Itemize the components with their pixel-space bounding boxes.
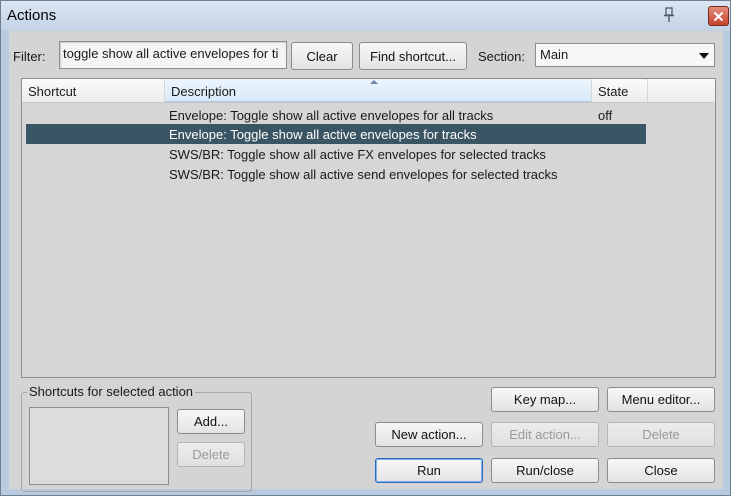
pin-icon[interactable] [657, 5, 681, 25]
close-icon[interactable] [708, 6, 729, 26]
column-header-shortcut[interactable]: Shortcut [22, 79, 165, 102]
run-button[interactable]: Run [375, 458, 483, 483]
close-button[interactable]: Close [607, 458, 715, 483]
new-action-button[interactable]: New action... [375, 422, 483, 447]
row-description: SWS/BR: Toggle show all active send enve… [169, 167, 558, 182]
list-row[interactable]: SWS/BR: Toggle show all active FX envelo… [26, 144, 646, 164]
delete-action-button[interactable]: Delete [607, 422, 715, 447]
edit-action-button[interactable]: Edit action... [491, 422, 599, 447]
column-header-description[interactable]: Description [165, 79, 592, 102]
section-label: Section: [478, 49, 525, 64]
section-selected-value: Main [540, 47, 569, 62]
list-header: Shortcut Description State [22, 79, 715, 103]
sort-ascending-icon [370, 80, 378, 84]
list-row[interactable]: SWS/BR: Toggle show all active send enve… [26, 164, 646, 184]
window-title: Actions [7, 7, 57, 24]
menu-editor-button[interactable]: Menu editor... [607, 387, 715, 412]
section-dropdown[interactable]: Main [535, 43, 715, 67]
column-header-description-label: Description [171, 84, 237, 99]
shortcut-list[interactable] [29, 407, 169, 485]
shortcuts-group-title: Shortcuts for selected action [27, 384, 196, 399]
find-shortcut-button[interactable]: Find shortcut... [359, 42, 467, 70]
list-row-selected[interactable]: Envelope: Toggle show all active envelop… [26, 124, 646, 144]
row-state: off [598, 108, 613, 123]
row-description: SWS/BR: Toggle show all active FX envelo… [169, 147, 546, 162]
key-map-button[interactable]: Key map... [491, 387, 599, 412]
chevron-down-icon [699, 53, 709, 59]
clear-button[interactable]: Clear [291, 42, 353, 70]
actions-list[interactable]: Shortcut Description State Envelope: Tog… [21, 78, 716, 378]
row-description: Envelope: Toggle show all active envelop… [169, 108, 494, 123]
run-close-button[interactable]: Run/close [491, 458, 599, 483]
title-bar[interactable]: Actions [1, 1, 730, 31]
list-row[interactable]: Envelope: Toggle show all active envelop… [26, 105, 646, 125]
filter-input[interactable]: toggle show all active envelopes for ti [59, 41, 287, 69]
add-shortcut-button[interactable]: Add... [177, 409, 245, 434]
row-description: Envelope: Toggle show all active envelop… [169, 127, 477, 142]
actions-window: Actions Filter: toggle show all active e… [0, 0, 731, 496]
delete-shortcut-button[interactable]: Delete [177, 442, 245, 467]
column-header-state[interactable]: State [592, 79, 648, 102]
dialog-body: Filter: toggle show all active envelopes… [9, 31, 723, 492]
filter-label: Filter: [13, 49, 46, 64]
